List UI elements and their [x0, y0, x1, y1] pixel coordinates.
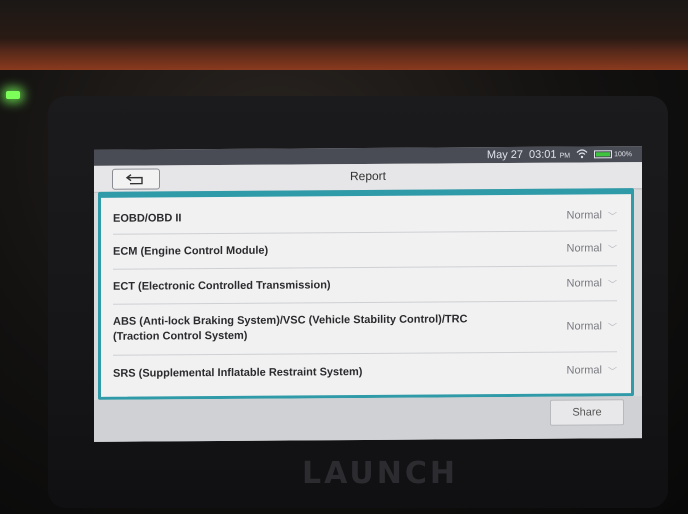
report-row-label: SRS (Supplemental Inflatable Restraint S… — [113, 365, 363, 380]
report-row-status[interactable]: Normal ﹀ — [567, 277, 617, 290]
chevron-down-icon: ﹀ — [607, 278, 617, 289]
chevron-down-icon: ﹀ — [607, 365, 617, 376]
background-shelf — [0, 0, 688, 70]
report-row-ecm[interactable]: ECM (Engine Control Module) Normal ﹀ — [113, 231, 617, 270]
report-row-ect[interactable]: ECT (Electronic Controlled Transmission)… — [113, 266, 617, 305]
report-list: EOBD/OBD II Normal ﹀ ECM (Engine Control … — [98, 188, 634, 400]
status-time: 03:01 PM — [529, 148, 571, 161]
report-row-label: ECT (Electronic Controlled Transmission) — [113, 278, 331, 293]
report-row-label: ECM (Engine Control Module) — [113, 244, 269, 258]
report-row-abs[interactable]: ABS (Anti-lock Braking System)/VSC (Vehi… — [113, 301, 617, 356]
report-row-status[interactable]: Normal ﹀ — [567, 320, 617, 333]
share-button[interactable]: Share — [550, 399, 624, 426]
battery-percent: 100% — [614, 150, 632, 158]
footer-bar: Share — [94, 396, 642, 442]
chevron-down-icon: ﹀ — [607, 210, 617, 221]
report-row-label: EOBD/OBD II — [113, 211, 182, 225]
report-row-label: ABS (Anti-lock Braking System)/VSC (Vehi… — [113, 313, 468, 343]
report-row-status[interactable]: Normal ﹀ — [567, 364, 617, 377]
status-date: May 27 — [486, 148, 523, 162]
chevron-down-icon: ﹀ — [607, 243, 617, 254]
chevron-down-icon: ﹀ — [607, 321, 617, 332]
device-screen: May 27 03:01 PM 100% Report EOBD/OBD II … — [94, 146, 642, 442]
page-title: Report — [349, 168, 387, 184]
wifi-icon — [576, 148, 588, 161]
device-brand-logo: LAUNCH — [301, 456, 458, 491]
power-led — [6, 91, 20, 99]
report-row-eobd[interactable]: EOBD/OBD II Normal ﹀ — [113, 200, 617, 235]
report-row-status[interactable]: Normal ﹀ — [567, 209, 617, 222]
report-row-srs[interactable]: SRS (Supplemental Inflatable Restraint S… — [113, 352, 617, 392]
battery-icon: 100% — [594, 150, 632, 159]
report-row-status[interactable]: Normal ﹀ — [567, 242, 617, 255]
